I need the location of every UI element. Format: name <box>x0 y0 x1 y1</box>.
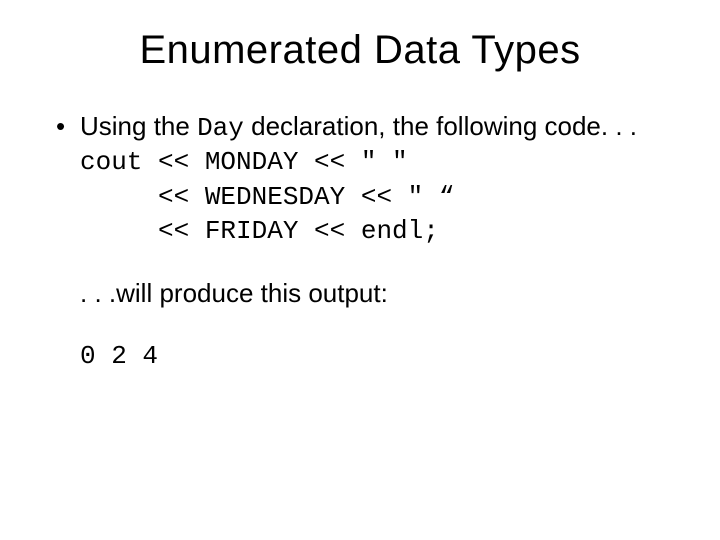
inline-code-day: Day <box>197 113 244 143</box>
slide-title: Enumerated Data Types <box>40 28 680 73</box>
slide-body: • Using the Day declaration, the followi… <box>40 109 680 373</box>
code-line-1: cout << MONDAY << " " <box>80 147 408 177</box>
bullet-text: Using the Day declaration, the following… <box>80 109 680 145</box>
code-block: cout << MONDAY << " " << WEDNESDAY << " … <box>80 145 680 248</box>
output-intro-text: . . .will produce this output: <box>80 276 680 310</box>
bullet-text-post: declaration, the following code. . . <box>244 111 637 141</box>
program-output: 0 2 4 <box>80 339 680 373</box>
slide: Enumerated Data Types • Using the Day de… <box>0 0 720 540</box>
code-line-2: << WEDNESDAY << " “ <box>80 182 454 212</box>
bullet-text-pre: Using the <box>80 111 197 141</box>
bullet-dot: • <box>56 109 80 143</box>
code-line-3: << FRIDAY << endl; <box>80 216 439 246</box>
bullet-item: • Using the Day declaration, the followi… <box>56 109 680 145</box>
